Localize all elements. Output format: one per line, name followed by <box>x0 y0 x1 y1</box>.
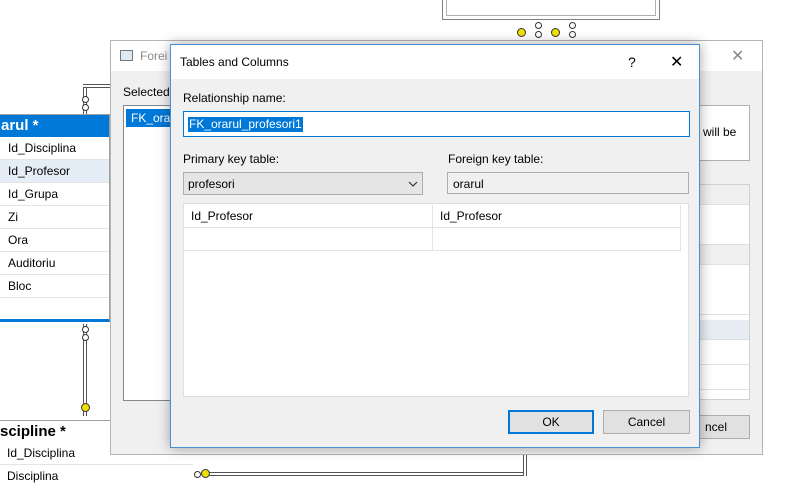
relationship-line[interactable] <box>205 472 527 476</box>
properties-grid[interactable] <box>696 184 750 400</box>
table-orarul-title[interactable]: arul * <box>0 115 109 137</box>
link-icon <box>82 334 89 341</box>
relationship-name-input[interactable]: FK_orarul_profesori1 <box>183 111 690 137</box>
column-mapping-grid[interactable]: Id_Profesor Id_Profesor <box>183 203 689 397</box>
table-orarul-row[interactable]: Auditoriu <box>0 252 109 275</box>
dialog-title: Tables and Columns <box>180 55 289 69</box>
link-icon <box>535 22 542 29</box>
table-orarul-row[interactable]: Id_Profesor <box>0 160 109 183</box>
table-orarul-row[interactable]: Zi <box>0 206 109 229</box>
primary-key-table-select[interactable]: profesori <box>183 172 423 195</box>
foreign-key-table-value: orarul <box>453 177 484 191</box>
grid-stripe <box>697 245 749 265</box>
table-orarul[interactable]: arul * Id_Disciplina Id_Profesor Id_Grup… <box>0 114 110 322</box>
table-orarul-row[interactable]: Ora <box>0 229 109 252</box>
key-icon <box>517 28 526 37</box>
table-orarul-row[interactable]: Id_Grupa <box>0 183 109 206</box>
link-icon <box>535 31 542 38</box>
selected-relationship-label: Selected <box>123 85 170 99</box>
relationship-name-value: FK_orarul_profesori1 <box>188 117 303 132</box>
relationship-line[interactable] <box>83 84 111 88</box>
bg-dialog-title: Forei <box>140 49 168 63</box>
relationship-list[interactable]: FK_orar <box>123 105 173 401</box>
key-icon <box>81 403 90 412</box>
bg-cancel-button[interactable]: ncel <box>696 415 750 439</box>
grid-stripe <box>697 295 749 315</box>
close-icon[interactable]: ✕ <box>731 46 744 66</box>
foreign-key-column-cell[interactable] <box>433 228 681 251</box>
link-icon <box>569 22 576 29</box>
link-icon <box>82 326 89 333</box>
primary-key-column-cell[interactable]: Id_Profesor <box>184 205 433 228</box>
table-box-top-inner <box>446 0 656 16</box>
help-button[interactable]: ? <box>628 54 636 70</box>
link-icon <box>194 471 201 478</box>
foreign-key-table-field[interactable]: orarul <box>447 172 689 194</box>
primary-key-column-cell[interactable] <box>184 228 433 251</box>
dialog-app-icon <box>120 50 133 61</box>
foreign-key-table-label: Foreign key table: <box>448 152 544 166</box>
chevron-down-icon <box>408 181 418 187</box>
link-icon <box>82 96 89 103</box>
grid-stripe <box>697 370 749 390</box>
properties-note-text: will be <box>703 125 737 139</box>
relationship-line[interactable] <box>523 454 527 476</box>
close-icon[interactable]: ✕ <box>670 52 683 72</box>
grid-stripe <box>697 185 749 205</box>
table-orarul-row[interactable]: Bloc <box>0 275 109 298</box>
table-row[interactable]: Id_Profesor Id_Profesor <box>184 205 681 228</box>
ok-button[interactable]: OK <box>508 410 594 434</box>
relationship-name-label: Relationship name: <box>183 91 286 105</box>
grid-stripe <box>697 345 749 365</box>
cancel-button[interactable]: Cancel <box>603 410 690 434</box>
key-icon <box>201 469 210 478</box>
table-discipline-row[interactable]: Disciplina <box>0 465 193 483</box>
key-icon <box>551 28 560 37</box>
relationship-list-item[interactable]: FK_orar <box>126 109 172 127</box>
link-icon <box>569 31 576 38</box>
tables-and-columns-dialog: Tables and Columns ? ✕ Relationship name… <box>170 44 700 448</box>
primary-key-table-label: Primary key table: <box>183 152 280 166</box>
dialog-titlebar[interactable]: Tables and Columns ? ✕ <box>171 45 699 79</box>
link-icon <box>82 104 89 111</box>
table-orarul-row[interactable]: Id_Disciplina <box>0 137 109 160</box>
grid-stripe <box>697 225 749 245</box>
foreign-key-column-cell[interactable]: Id_Profesor <box>433 205 681 228</box>
primary-key-table-value: profesori <box>188 177 235 191</box>
grid-stripe <box>697 320 749 340</box>
properties-note: will be <box>696 105 750 161</box>
table-row[interactable] <box>184 228 681 251</box>
